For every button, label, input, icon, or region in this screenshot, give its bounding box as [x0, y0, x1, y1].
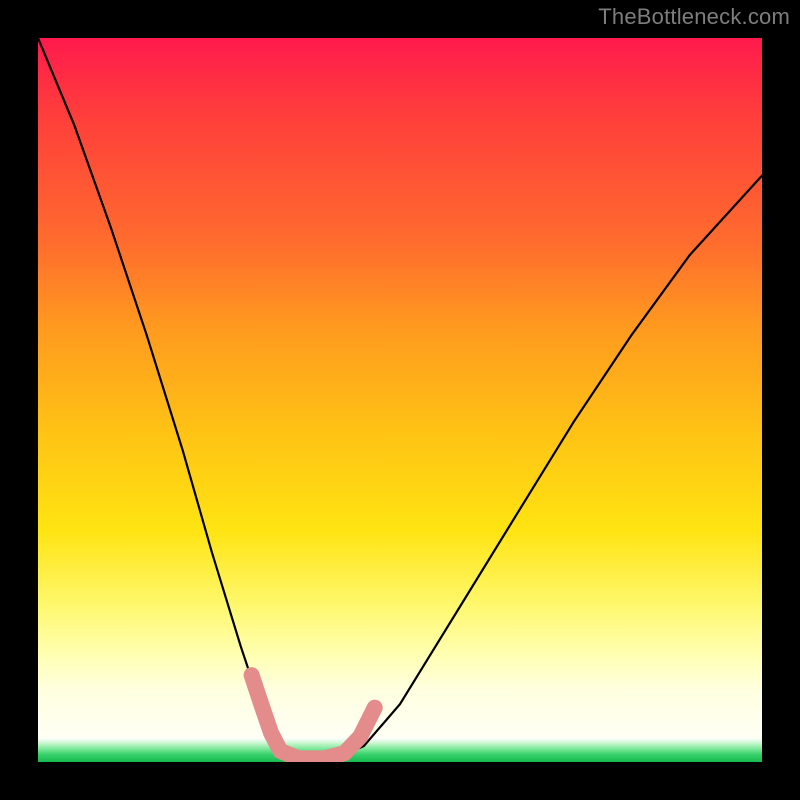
- watermark-text: TheBottleneck.com: [598, 4, 790, 30]
- plot-area: [38, 38, 762, 762]
- valley-marker: [252, 675, 375, 758]
- curve-layer: [38, 38, 762, 762]
- bottleneck-curve: [38, 38, 762, 762]
- chart-frame: TheBottleneck.com: [0, 0, 800, 800]
